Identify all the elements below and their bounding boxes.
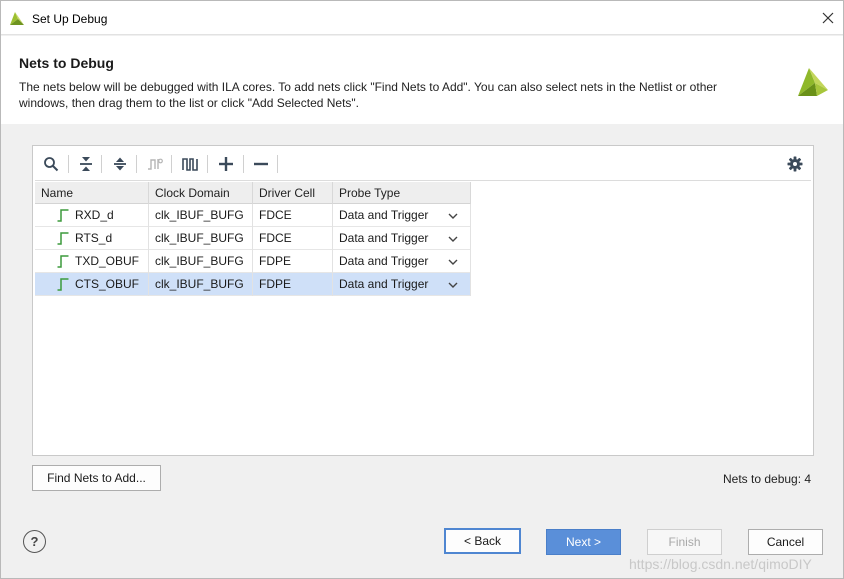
table-row[interactable]: RXD_d clk_IBUF_BUFG FDCE Data and Trigge… — [35, 204, 471, 227]
window-title: Set Up Debug — [32, 12, 108, 26]
chevron-down-icon — [448, 213, 458, 219]
probe-type-dropdown[interactable]: Data and Trigger — [333, 227, 471, 250]
toolbar-separator — [243, 155, 244, 173]
driver-cell: FDCE — [253, 227, 333, 250]
cancel-button[interactable]: Cancel — [748, 529, 823, 555]
expand-all-button[interactable] — [109, 153, 131, 175]
gear-icon — [787, 156, 803, 172]
net-icon — [57, 232, 69, 245]
remove-button[interactable] — [250, 153, 272, 175]
search-button[interactable] — [40, 153, 62, 175]
toolbar-separator — [207, 155, 208, 173]
find-nets-button[interactable]: Find Nets to Add... — [32, 465, 161, 491]
net-name: RXD_d — [69, 204, 149, 227]
finish-button: Finish — [647, 529, 722, 555]
net-name: TXD_OBUF — [69, 250, 149, 273]
toolbar-separator — [101, 155, 102, 173]
probe-disabled-icon — [148, 158, 163, 170]
next-button[interactable]: Next > — [546, 529, 621, 555]
chevron-down-icon — [448, 282, 458, 288]
setup-debug-dialog: Set Up Debug Nets to Debug The nets belo… — [0, 0, 844, 579]
add-button[interactable] — [215, 153, 237, 175]
probe-type-dropdown[interactable]: Data and Trigger — [333, 273, 471, 296]
probe-type-dropdown[interactable]: Data and Trigger — [333, 204, 471, 227]
probe-type-value: Data and Trigger — [339, 277, 429, 291]
page-header: Nets to Debug The nets below will be deb… — [1, 36, 843, 124]
collapse-all-button[interactable] — [75, 153, 97, 175]
search-icon — [44, 157, 59, 172]
settings-button[interactable] — [784, 153, 806, 175]
column-header-probe-type[interactable]: Probe Type — [333, 182, 471, 204]
driver-cell: FDCE — [253, 204, 333, 227]
page-title: Nets to Debug — [19, 55, 114, 71]
chevron-down-icon — [448, 236, 458, 242]
expand-all-icon — [114, 157, 126, 171]
nets-count-status: Nets to debug: 4 — [723, 472, 812, 486]
watermark-text: https://blog.csdn.net/qimoDIY — [629, 556, 812, 572]
toolbar-separator — [136, 155, 137, 173]
waveform-icon — [182, 158, 198, 171]
probe-type-dropdown[interactable]: Data and Trigger — [333, 250, 471, 273]
nets-table: Name Clock Domain Driver Cell Probe Type… — [35, 182, 471, 296]
clock-domain: clk_IBUF_BUFG — [149, 204, 253, 227]
column-header-clock-domain[interactable]: Clock Domain — [149, 182, 253, 204]
column-header-driver-cell[interactable]: Driver Cell — [253, 182, 333, 204]
probe-type-value: Data and Trigger — [339, 208, 429, 222]
driver-cell: FDPE — [253, 273, 333, 296]
table-row[interactable]: RTS_d clk_IBUF_BUFG FDCE Data and Trigge… — [35, 227, 471, 250]
table-header: Name Clock Domain Driver Cell Probe Type — [35, 182, 471, 204]
net-icon — [57, 278, 69, 291]
net-icon — [57, 255, 69, 268]
back-button[interactable]: < Back — [444, 528, 521, 554]
close-icon — [822, 12, 834, 24]
nets-toolbar — [35, 148, 811, 181]
clock-domain: clk_IBUF_BUFG — [149, 273, 253, 296]
close-button[interactable] — [815, 5, 841, 31]
clock-domain: clk_IBUF_BUFG — [149, 250, 253, 273]
probe-button — [144, 153, 166, 175]
title-bar: Set Up Debug — [1, 1, 843, 35]
toolbar-separator — [68, 155, 69, 173]
toolbar-separator — [277, 155, 278, 173]
waveform-button[interactable] — [179, 153, 201, 175]
nets-panel: Name Clock Domain Driver Cell Probe Type… — [32, 145, 814, 456]
toolbar-separator — [171, 155, 172, 173]
chevron-down-icon — [448, 259, 458, 265]
probe-type-value: Data and Trigger — [339, 231, 429, 245]
probe-type-value: Data and Trigger — [339, 254, 429, 268]
collapse-all-icon — [80, 157, 92, 171]
help-button[interactable]: ? — [23, 530, 46, 553]
xilinx-logo-icon — [798, 68, 828, 96]
remove-icon — [254, 162, 268, 166]
clock-domain: clk_IBUF_BUFG — [149, 227, 253, 250]
driver-cell: FDPE — [253, 250, 333, 273]
add-icon — [219, 157, 233, 171]
column-header-name[interactable]: Name — [35, 182, 149, 204]
page-description: The nets below will be debugged with ILA… — [19, 80, 718, 110]
net-icon — [57, 209, 69, 222]
vivado-logo-icon — [10, 12, 24, 25]
net-name: CTS_OBUF — [69, 273, 149, 296]
table-row[interactable]: TXD_OBUF clk_IBUF_BUFG FDPE Data and Tri… — [35, 250, 471, 273]
table-row-selected[interactable]: CTS_OBUF clk_IBUF_BUFG FDPE Data and Tri… — [35, 273, 471, 296]
net-name: RTS_d — [69, 227, 149, 250]
